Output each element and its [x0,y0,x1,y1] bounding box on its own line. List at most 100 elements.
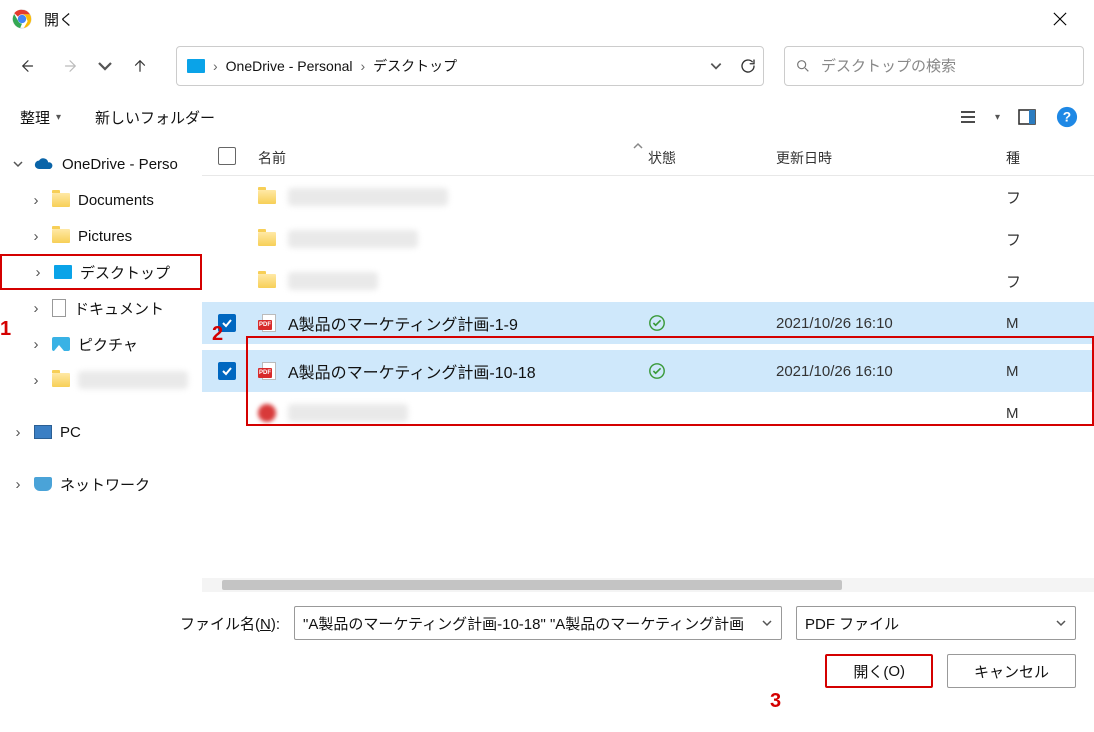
filename-combo[interactable]: "A製品のマーケティング計画-10-18" "A製品のマーケティング計画 [294,606,782,640]
file-type: M [1006,363,1036,380]
expand-icon[interactable]: › [10,424,26,440]
pc-icon [34,425,52,439]
organize-menu[interactable]: 整理 ▾ [14,103,67,132]
tree-label: OneDrive - Perso [62,156,178,173]
col-type[interactable]: 種 [1006,150,1020,166]
file-list: フ フ フ PDFA製品のマーケティング計画-1-9 2 [202,176,1094,578]
sort-up-icon [632,140,644,152]
address-bar[interactable]: › OneDrive - Personal › デスクトップ [176,46,764,86]
file-row[interactable]: M [202,392,1094,434]
tree-item-documents-jp[interactable]: › ドキュメント [0,290,202,326]
tree-label-blurred [78,371,188,389]
tree-item-blurred[interactable]: › [0,362,202,398]
folder-icon [258,232,276,246]
chrome-icon [12,9,32,29]
chevron-down-icon[interactable]: ▾ [995,112,1000,123]
file-name: A製品のマーケティング計画-1-9 [288,311,518,335]
tree-item-pc[interactable]: › PC [0,414,202,450]
help-button[interactable]: ? [1054,104,1080,130]
new-folder-button[interactable]: 新しいフォルダー [89,103,221,132]
horizontal-scrollbar[interactable] [202,578,1094,592]
file-row[interactable]: フ [202,218,1094,260]
file-name-blurred [288,230,418,248]
tree-item-pictures[interactable]: › Pictures [0,218,202,254]
cancel-button[interactable]: キャンセル [947,654,1076,688]
breadcrumb-desktop[interactable]: デスクトップ [369,54,461,78]
expand-icon[interactable]: › [10,476,26,492]
col-state[interactable]: 状態 [648,150,676,166]
search-input[interactable] [821,58,1073,75]
tree-label: Documents [78,192,154,209]
pictures-icon [52,337,70,351]
file-date: 2021/10/26 16:10 [776,315,1006,332]
row-checkbox[interactable] [218,314,236,332]
up-button[interactable] [122,48,158,84]
file-type: フ [1006,271,1036,292]
document-icon [52,299,66,317]
synced-icon [648,314,666,332]
tree-item-network[interactable]: › ネットワーク [0,466,202,502]
expand-icon[interactable]: › [28,228,44,244]
refresh-button[interactable] [739,57,757,75]
onedrive-icon [34,157,54,171]
col-name[interactable]: 名前 [258,148,286,168]
file-row-selected[interactable]: PDFA製品のマーケティング計画-1-9 2021/10/26 16:10 M [202,302,1094,344]
pdf-icon: PDF [258,362,276,380]
filetype-value: PDF ファイル [805,613,1047,634]
filename-label: ファイル名(N): [180,613,280,634]
chevron-down-icon [761,617,773,629]
tree-label: ネットワーク [60,474,150,495]
expand-icon[interactable]: › [28,192,44,208]
recent-dropdown[interactable] [94,48,116,84]
folder-icon [52,193,70,207]
svg-text:?: ? [1063,110,1071,125]
file-row[interactable]: フ [202,260,1094,302]
back-button[interactable] [10,48,46,84]
filetype-combo[interactable]: PDF ファイル [796,606,1076,640]
tree-item-onedrive[interactable]: OneDrive - Perso [0,146,202,182]
tree-label: Pictures [78,228,132,245]
tree-label: PC [60,424,81,441]
folder-icon [52,373,70,387]
synced-icon [648,362,666,380]
filename-value: "A製品のマーケティング計画-10-18" "A製品のマーケティング計画 [303,613,753,634]
nav-tree: OneDrive - Perso › Documents › Pictures … [0,140,202,592]
expand-icon[interactable]: › [28,336,44,352]
col-modified[interactable]: 更新日時 [776,150,832,166]
desktop-icon [187,59,205,73]
folder-icon [258,190,276,204]
open-button[interactable]: 開く(O) [825,654,933,688]
file-row-selected[interactable]: PDFA製品のマーケティング計画-10-18 2021/10/26 16:10 … [202,350,1094,392]
expand-icon[interactable]: › [28,372,44,388]
file-row[interactable]: フ [202,176,1094,218]
expand-icon[interactable]: › [28,300,44,316]
tree-label: ドキュメント [74,298,164,319]
network-icon [34,477,52,491]
organize-label: 整理 [20,107,50,128]
preview-pane-button[interactable] [1014,104,1040,130]
file-name: A製品のマーケティング計画-10-18 [288,359,536,383]
view-mode-button[interactable] [955,104,981,130]
folder-icon [52,229,70,243]
breadcrumb-root[interactable] [183,57,209,75]
file-type: フ [1006,229,1036,250]
search-box[interactable] [784,46,1084,86]
file-type: M [1006,315,1036,332]
search-icon [795,58,811,74]
forward-button[interactable] [52,48,88,84]
expand-icon[interactable]: › [30,264,46,280]
select-all-checkbox[interactable] [218,147,236,165]
row-checkbox[interactable] [218,362,236,380]
tree-item-desktop[interactable]: › デスクトップ [0,254,202,290]
window-title: 開く [44,9,74,30]
tree-item-documents[interactable]: › Documents [0,182,202,218]
column-headers: 名前 状態 更新日時 種 [202,140,1094,176]
desktop-icon [54,265,72,279]
chevron-down-icon [1055,617,1067,629]
address-dropdown[interactable] [709,59,723,73]
close-button[interactable] [1038,0,1082,38]
breadcrumb-onedrive[interactable]: OneDrive - Personal [222,56,357,76]
collapse-icon[interactable] [10,156,26,172]
tree-item-pictures-jp[interactable]: › ピクチャ [0,326,202,362]
folder-icon [258,274,276,288]
